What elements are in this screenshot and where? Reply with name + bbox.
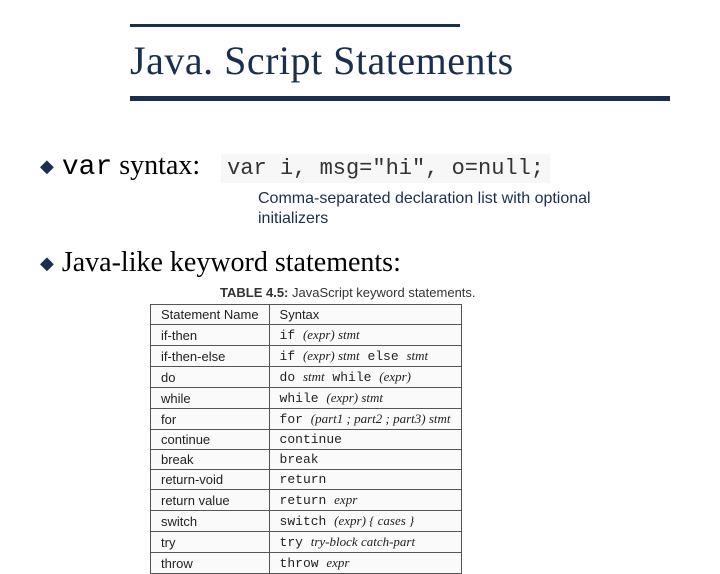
table-row: whilewhile (expr) stmt [151, 388, 462, 409]
table-header-syntax: Syntax [269, 305, 461, 325]
table-row: return-voidreturn [151, 470, 462, 490]
stmt-syntax: continue [269, 430, 461, 450]
table-caption: TABLE 4.5: JavaScript keyword statements… [220, 285, 680, 300]
table-row: if-then-elseif (expr) stmt else stmt [151, 346, 462, 367]
stmt-name: break [151, 450, 270, 470]
stmt-syntax: if (expr) stmt [269, 325, 461, 346]
stmt-name: for [151, 409, 270, 430]
stmt-name: continue [151, 430, 270, 450]
var-keyword: var [62, 152, 112, 183]
stmt-name: do [151, 367, 270, 388]
stmt-syntax: do stmt while (expr) [269, 367, 461, 388]
var-example-code: var i, msg="hi", o=null; [221, 154, 550, 183]
table-header-name: Statement Name [151, 305, 270, 325]
stmt-name: return-void [151, 470, 270, 490]
table-caption-text: JavaScript keyword statements. [288, 285, 475, 300]
table-row: throwthrow expr [151, 553, 462, 574]
stmt-syntax: if (expr) stmt else stmt [269, 346, 461, 367]
slide-title: Java. Script Statements [130, 37, 670, 84]
bullet-var-syntax: ◆ var syntax: var i, msg="hi", o=null; [40, 150, 680, 183]
stmt-name: try [151, 532, 270, 553]
stmt-syntax: while (expr) stmt [269, 388, 461, 409]
var-note: Comma-separated declaration list with op… [258, 189, 598, 229]
bullet-text: var syntax: var i, msg="hi", o=null; [62, 150, 550, 183]
stmt-syntax: return [269, 470, 461, 490]
stmt-syntax: for (part1 ; part2 ; part3) stmt [269, 409, 461, 430]
title-block: Java. Script Statements [130, 24, 670, 101]
table-row: if-thenif (expr) stmt [151, 325, 462, 346]
table-row: forfor (part1 ; part2 ; part3) stmt [151, 409, 462, 430]
stmt-name: switch [151, 511, 270, 532]
stmt-name: if-then-else [151, 346, 270, 367]
bullet-diamond-icon: ◆ [40, 253, 54, 274]
title-rule-top [130, 24, 460, 27]
bullet-diamond-icon: ◆ [40, 156, 54, 177]
table-row: continuecontinue [151, 430, 462, 450]
stmt-syntax: break [269, 450, 461, 470]
stmt-syntax: return expr [269, 490, 461, 511]
table-row: return valuereturn expr [151, 490, 462, 511]
table-header-row: Statement Name Syntax [151, 305, 462, 325]
slide-body: ◆ var syntax: var i, msg="hi", o=null; C… [40, 150, 680, 574]
stmt-name: return value [151, 490, 270, 511]
bullet-text: Java-like keyword statements: [62, 247, 401, 279]
table-row: dodo stmt while (expr) [151, 367, 462, 388]
keyword-table-wrap: TABLE 4.5: JavaScript keyword statements… [150, 285, 680, 574]
table-row: breakbreak [151, 450, 462, 470]
title-rule-bottom [130, 96, 670, 101]
table-caption-label: TABLE 4.5: [220, 285, 288, 300]
table-row: trytry try-block catch-part [151, 532, 462, 553]
stmt-syntax: switch (expr) { cases } [269, 511, 461, 532]
bullet-java-like: ◆ Java-like keyword statements: [40, 247, 680, 279]
keyword-table: Statement Name Syntax if-thenif (expr) s… [150, 304, 462, 574]
stmt-name: throw [151, 553, 270, 574]
stmt-name: while [151, 388, 270, 409]
stmt-name: if-then [151, 325, 270, 346]
bullet-rest: syntax: [112, 150, 200, 181]
stmt-syntax: throw expr [269, 553, 461, 574]
stmt-syntax: try try-block catch-part [269, 532, 461, 553]
table-row: switchswitch (expr) { cases } [151, 511, 462, 532]
